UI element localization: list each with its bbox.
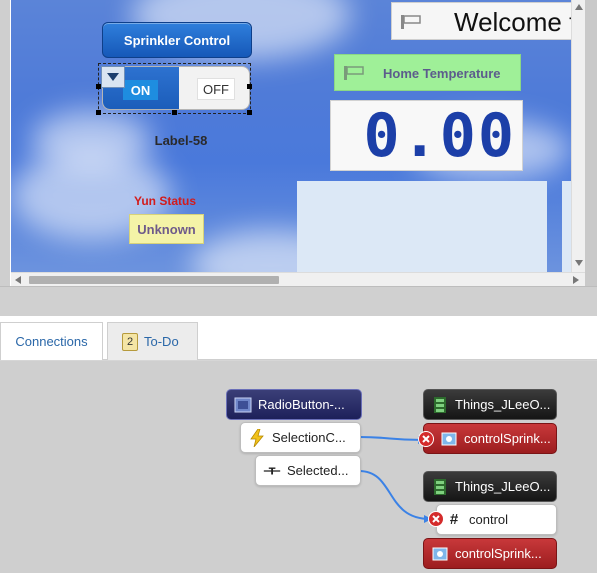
welcome-text: Welcome t: [454, 7, 571, 37]
vertical-scrollbar[interactable]: [571, 0, 585, 272]
radiobutton-source-label: RadioButton-...: [258, 397, 345, 412]
horizontal-scroll-thumb[interactable]: [29, 276, 279, 284]
thing-node-1-label: Things_JLeeO...: [455, 397, 551, 412]
yun-status-label[interactable]: Yun Status: [123, 194, 207, 208]
svg-text:T: T: [269, 466, 276, 477]
selection-changed-event-node[interactable]: SelectionC...: [240, 422, 361, 453]
yun-status-value[interactable]: Unknown: [129, 214, 204, 244]
todo-count-icon: 2: [122, 332, 138, 351]
resize-handle[interactable]: [172, 110, 177, 115]
resize-handle[interactable]: [247, 110, 252, 115]
text-property-icon: T: [263, 462, 281, 480]
scroll-left-arrow-icon[interactable]: [15, 276, 21, 284]
resize-handle[interactable]: [96, 110, 101, 115]
number-parameter-icon: #: [449, 511, 459, 528]
panel-widget[interactable]: [562, 181, 571, 272]
triangle-down-icon: [107, 73, 119, 81]
tab-connections-label: Connections: [15, 334, 88, 349]
resize-handle[interactable]: [247, 84, 252, 89]
sprinkler-control-button[interactable]: Sprinkler Control: [102, 22, 252, 58]
selected-property-label: Selected...: [287, 463, 349, 478]
designer-bottom-border: [0, 286, 597, 316]
frame-left-border: [0, 0, 11, 286]
thing-node-2[interactable]: Things_JLeeO...: [423, 471, 557, 502]
resize-handle[interactable]: [96, 84, 101, 89]
tab-connections[interactable]: Connections: [0, 322, 103, 360]
service-node-2-label: controlSprink...: [455, 546, 542, 561]
home-temperature-text: Home Temperature: [383, 66, 501, 81]
connections-panel: RadioButton-... SelectionC... T Selected…: [0, 361, 597, 573]
service-node-1-label: controlSprink...: [464, 431, 551, 446]
service-node-1[interactable]: controlSprink...: [423, 423, 557, 454]
error-icon: [428, 511, 444, 527]
scroll-up-arrow-icon[interactable]: [575, 4, 583, 10]
control-parameter-label: control: [469, 512, 509, 527]
tab-bar: Connections 2 To-Do: [0, 316, 597, 360]
label-widget-icon: [401, 15, 421, 29]
widget-dropdown-button[interactable]: [101, 66, 125, 88]
service-icon: [431, 545, 449, 563]
scroll-down-arrow-icon[interactable]: [575, 260, 583, 266]
service-node-2[interactable]: controlSprink...: [423, 538, 557, 569]
control-parameter-node[interactable]: # control: [436, 504, 557, 535]
label-widget-icon: [344, 66, 364, 80]
tab-todo-label: To-Do: [144, 334, 179, 349]
thing-node-1[interactable]: Things_JLeeO...: [423, 389, 557, 420]
selection-changed-event-label: SelectionC...: [272, 430, 346, 445]
thing-icon: [431, 478, 449, 496]
selected-property-node[interactable]: T Selected...: [255, 455, 361, 486]
lightning-icon: [248, 428, 266, 447]
design-canvas[interactable]: Sprinkler Control ON OFF Label-58 Yun St…: [11, 0, 571, 272]
welcome-label-widget[interactable]: Welcome t: [391, 2, 571, 40]
thing-node-2-label: Things_JLeeO...: [455, 479, 551, 494]
designer-frame: Sprinkler Control ON OFF Label-58 Yun St…: [0, 0, 597, 316]
error-icon: [418, 431, 434, 447]
thing-icon: [431, 396, 449, 414]
panel-widget[interactable]: [297, 181, 547, 272]
tab-todo[interactable]: 2 To-Do: [107, 322, 198, 360]
label-58[interactable]: Label-58: [131, 133, 231, 148]
home-temperature-label[interactable]: Home Temperature: [334, 54, 521, 91]
radiobutton-source-node[interactable]: RadioButton-...: [226, 389, 362, 420]
widget-icon: [234, 396, 252, 414]
temperature-value-display[interactable]: 0.00: [330, 100, 523, 171]
horizontal-scrollbar[interactable]: [11, 272, 585, 286]
service-icon: [440, 430, 458, 448]
app-window: Sprinkler Control ON OFF Label-58 Yun St…: [0, 0, 597, 573]
scroll-right-arrow-icon[interactable]: [573, 276, 579, 284]
